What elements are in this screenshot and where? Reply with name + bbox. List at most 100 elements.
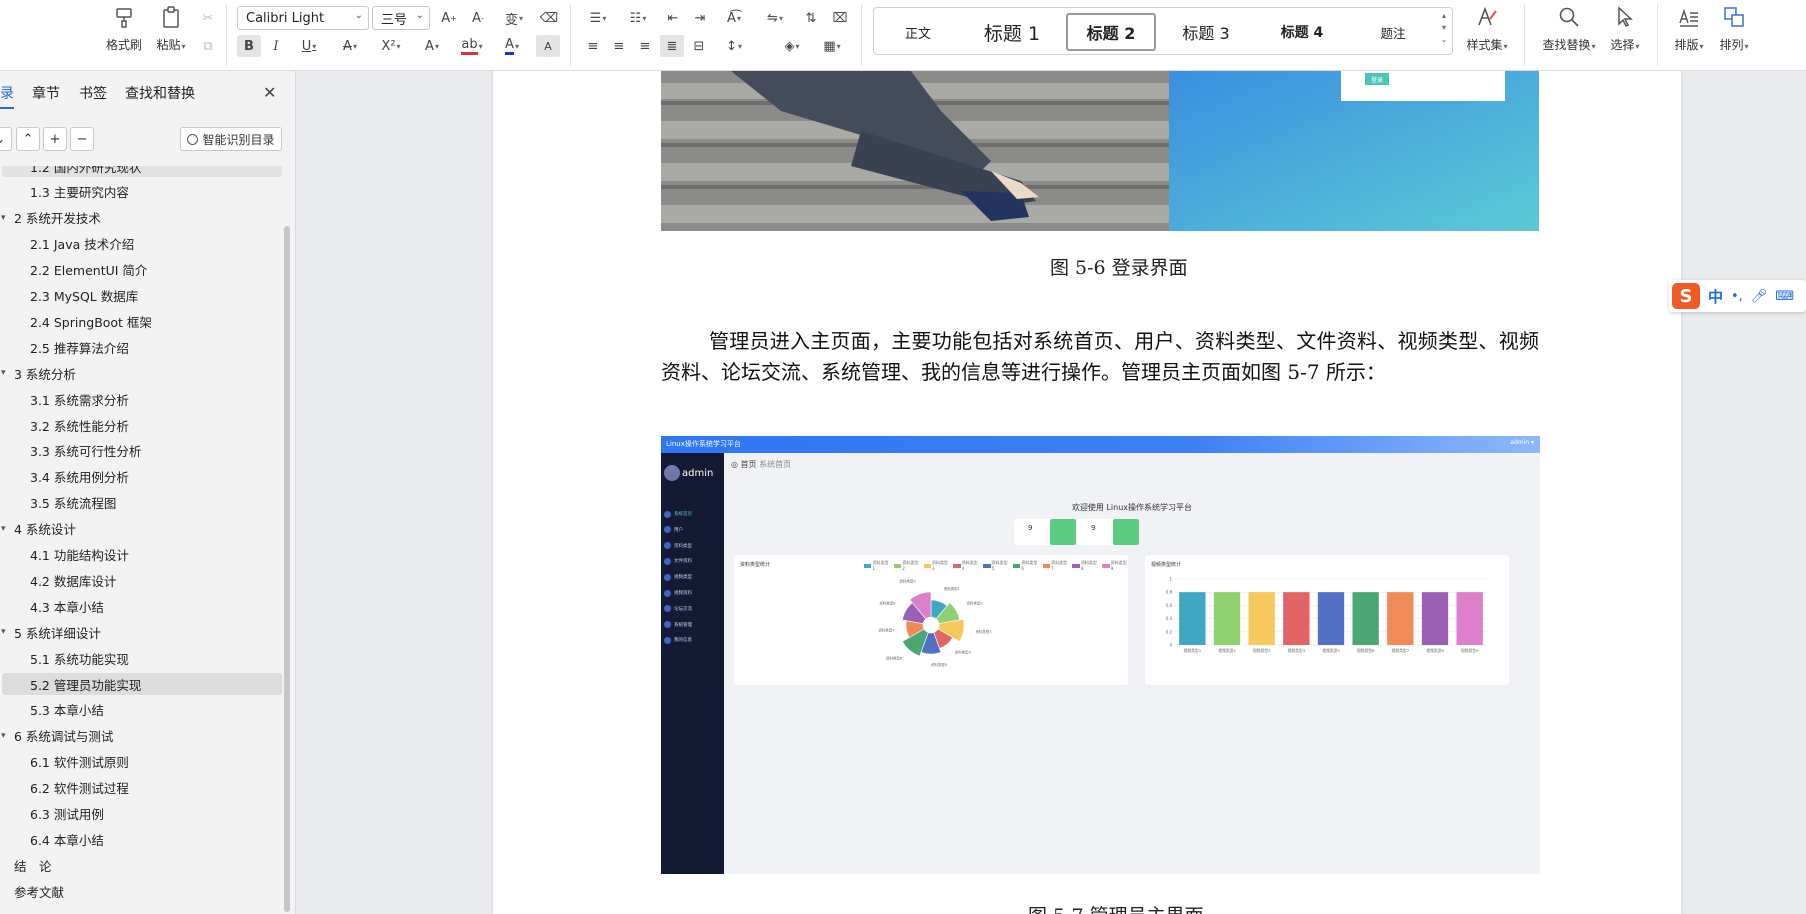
bold-icon[interactable]: B	[237, 35, 261, 57]
justify-icon[interactable]: ≣	[660, 35, 684, 57]
sort-az-icon[interactable]: ⇅	[799, 7, 823, 29]
toc-item[interactable]: 2.3 MySQL 数据库	[30, 285, 138, 307]
select-button[interactable]: 选择▾	[1600, 4, 1650, 53]
bullet-list-icon[interactable]: ☰ ▾	[581, 7, 615, 29]
char-shading-icon[interactable]: A	[536, 35, 560, 57]
punctuation-icon[interactable]: •,	[1731, 289, 1743, 304]
style-heading-4[interactable]: 标题 4	[1256, 13, 1348, 51]
font-size-select[interactable]: 三号 ⌄	[372, 6, 430, 30]
toc-item[interactable]: 6.4 本章小结	[30, 828, 104, 850]
pie-slice-label: 资料类型8	[879, 601, 895, 606]
decrease-indent-icon[interactable]: ⇤	[661, 7, 685, 29]
toc-item[interactable]: 5.2 管理员功能实现	[30, 673, 141, 695]
toc-item[interactable]: ▾ 3 系统分析	[1, 362, 76, 384]
toc-item[interactable]: 参考文献	[14, 880, 64, 902]
nav-scrollbar[interactable]	[284, 226, 290, 912]
style-gallery-scroll[interactable]: ▴ ▾ ⌄	[1438, 11, 1450, 44]
format-painter-button[interactable]: 格式刷	[99, 4, 149, 53]
cut-icon[interactable]: ✂	[196, 7, 220, 29]
toc-item[interactable]: 3.3 系统可行性分析	[30, 440, 141, 462]
keyboard-icon[interactable]: ⌨	[1775, 289, 1794, 304]
style-heading-1[interactable]: 标题 1	[962, 13, 1062, 51]
font-color-icon[interactable]: A ▾	[496, 35, 528, 57]
toc-item[interactable]: 4.3 本章小结	[30, 595, 104, 617]
remove-icon[interactable]: −	[70, 127, 94, 151]
align-right-icon[interactable]: ≡	[633, 35, 657, 57]
expand-triangle-icon[interactable]: ▾	[1, 213, 6, 223]
toc-item[interactable]: 3.2 系统性能分析	[30, 414, 129, 436]
find-replace-button[interactable]: 查找替换▾	[1536, 4, 1602, 53]
tab-bookmarks[interactable]: 书签	[79, 83, 107, 103]
toc-item[interactable]: ▾ 5 系统详细设计	[1, 621, 101, 643]
expand-triangle-icon[interactable]: ▾	[1, 627, 6, 637]
grow-font-icon[interactable]: A +	[437, 7, 461, 29]
toc-item[interactable]: 5.1 系统功能实现	[30, 647, 129, 669]
toc-item[interactable]: ▾ 6 系统调试与测试	[1, 725, 113, 747]
toc-item[interactable]: 4.2 数据库设计	[30, 569, 116, 591]
toc-item[interactable]: 6.1 软件测试原则	[30, 751, 129, 773]
shading-icon[interactable]: ◈ ▾	[775, 35, 809, 57]
toc-item[interactable]: 2.2 ElementUI 简介	[30, 259, 147, 281]
numbered-list-icon[interactable]: ☷ ▾	[621, 7, 655, 29]
style-caption[interactable]: 题注	[1352, 13, 1434, 51]
strikethrough-icon[interactable]: A ▾	[334, 35, 366, 57]
expand-triangle-icon[interactable]: ▾	[1, 368, 6, 378]
tab-toc[interactable]: 录	[0, 83, 14, 103]
copy-icon[interactable]: ⧉	[196, 35, 220, 57]
toc-item[interactable]: 2.5 推荐算法介绍	[30, 336, 129, 358]
tab-chapters[interactable]: 章节	[32, 83, 60, 103]
font-name-select[interactable]: Calibri Light ⌄	[237, 6, 369, 30]
clear-format-icon[interactable]: ⌫	[537, 7, 561, 29]
close-icon[interactable]: ✕	[263, 83, 276, 102]
toc-item[interactable]: ▾ 4 系统设计	[1, 518, 76, 540]
align-left-icon[interactable]: ≡	[581, 35, 605, 57]
align-center-icon[interactable]: ≡	[607, 35, 631, 57]
toc-item[interactable]: 1.2 国内外研究现状	[30, 166, 141, 177]
highlight-color-icon[interactable]: ab ▾	[456, 35, 488, 57]
shrink-font-icon[interactable]: A-	[466, 7, 490, 29]
layout-button[interactable]: 排版▾	[1666, 4, 1712, 53]
chevron-down-icon[interactable]: ⌄	[0, 127, 12, 151]
toc-item[interactable]: 2.1 Java 技术介绍	[30, 233, 134, 255]
expand-triangle-icon[interactable]: ▾	[1, 524, 6, 534]
add-icon[interactable]: +	[43, 127, 67, 151]
style-heading-2[interactable]: 标题 2	[1066, 13, 1156, 51]
text-effect-icon[interactable]: A ▾	[416, 35, 448, 57]
text-direction-icon[interactable]: A͡ ▾	[717, 7, 751, 29]
toc-item-label: 2.3 MySQL 数据库	[30, 289, 139, 304]
collapse-up-icon[interactable]: ⌃	[16, 127, 40, 151]
toc-item[interactable]: ▾ 2 系统开发技术	[1, 207, 101, 229]
style-normal[interactable]: 正文	[880, 13, 956, 51]
ime-mode-toggle[interactable]: 中	[1708, 286, 1723, 307]
toc-item[interactable]: 结 论	[14, 854, 52, 876]
toc-item[interactable]: 3.4 系统用例分析	[30, 466, 129, 488]
show-marks-icon[interactable]: ⌧	[828, 7, 852, 29]
toc-item[interactable]: 2.4 SpringBoot 框架	[30, 310, 152, 332]
toc-item[interactable]: 6.3 测试用例	[30, 803, 104, 825]
underline-icon[interactable]: U ▾	[293, 35, 325, 57]
line-spacing-icon[interactable]: ↕ ▾	[717, 35, 751, 57]
toc-item[interactable]: 6.2 软件测试过程	[30, 777, 129, 799]
ime-toolbar[interactable]: S 中 •, 🎤︎ ⌨	[1669, 280, 1806, 312]
style-heading-3[interactable]: 标题 3	[1160, 13, 1252, 51]
distributed-align-icon[interactable]: ⊟	[687, 35, 711, 57]
smart-toc-button[interactable]: 智能识别目录	[180, 127, 282, 151]
italic-icon[interactable]: I	[264, 35, 288, 57]
toc-item[interactable]: 5.3 本章小结	[30, 699, 104, 721]
dash-menu-item: 系统管理	[664, 620, 692, 630]
microphone-icon[interactable]: 🎤︎	[1751, 289, 1768, 304]
increase-indent-icon[interactable]: ⇥	[688, 7, 712, 29]
style-set-button[interactable]: 样式集▾	[1457, 4, 1517, 53]
border-icon[interactable]: ▦ ▾	[815, 35, 849, 57]
toc-item[interactable]: 4.1 功能结构设计	[30, 544, 129, 566]
paste-button[interactable]: 粘贴▾	[146, 4, 196, 53]
superscript-icon[interactable]: X² ▾	[374, 35, 408, 57]
toc-item[interactable]: 3.5 系统流程图	[30, 492, 116, 514]
tab-find-replace[interactable]: 查找和替换	[125, 83, 195, 103]
sort-icon[interactable]: ⇋ ▾	[758, 7, 792, 29]
phonetic-guide-icon[interactable]: 变 ▾	[497, 7, 531, 29]
toc-item[interactable]: 3.1 系统需求分析	[30, 388, 129, 410]
arrange-button[interactable]: 排列▾	[1711, 4, 1757, 53]
toc-item[interactable]: 1.3 主要研究内容	[30, 181, 129, 203]
expand-triangle-icon[interactable]: ▾	[1, 731, 6, 741]
